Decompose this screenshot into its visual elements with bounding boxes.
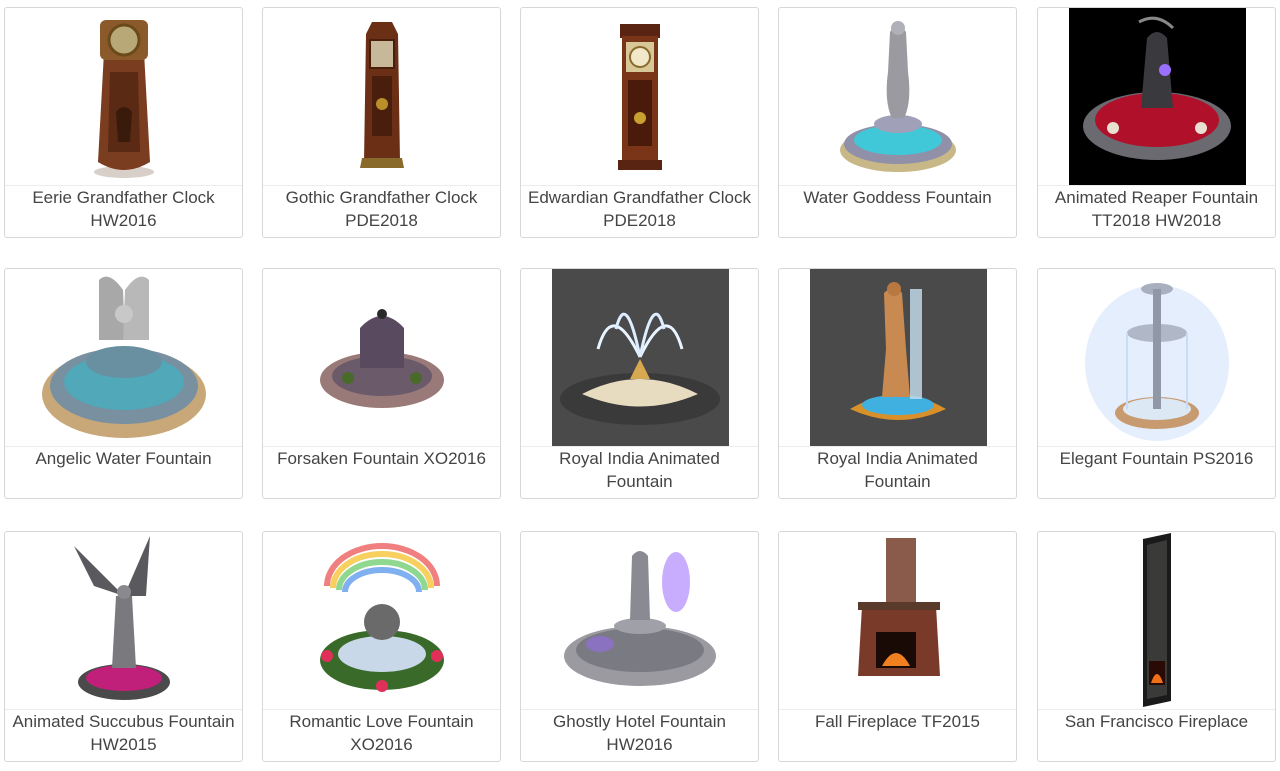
item-card-reaper-fountain[interactable]: Animated Reaper Fountain TT2018 HW2018 <box>1037 7 1276 238</box>
item-card-royal-india-lotus-fountain[interactable]: Royal India Animated Fountain <box>520 268 759 499</box>
item-card-san-francisco-fireplace[interactable]: San Francisco Fireplace <box>1037 531 1276 762</box>
item-image-san-francisco-fireplace <box>1038 532 1275 709</box>
item-image-water-goddess-fountain <box>779 8 1016 185</box>
item-image-edwardian-grandfather-clock <box>521 8 758 185</box>
item-image-romantic-love-fountain <box>263 532 500 709</box>
item-title: Gothic Grandfather Clock PDE2018 <box>285 188 478 230</box>
item-image-royal-india-lotus-fountain <box>521 269 758 446</box>
item-title: Fall Fireplace TF2015 <box>814 712 981 731</box>
item-title: Angelic Water Fountain <box>35 449 212 468</box>
item-title: Romantic Love Fountain XO2016 <box>289 712 474 754</box>
item-title: Edwardian Grandfather Clock PDE2018 <box>527 188 751 230</box>
item-card-elegant-fountain[interactable]: Elegant Fountain PS2016 <box>1037 268 1276 499</box>
item-title: Elegant Fountain PS2016 <box>1059 449 1254 468</box>
item-image-royal-india-statue-fountain <box>779 269 1016 446</box>
item-title: Eerie Grandfather Clock HW2016 <box>32 188 215 230</box>
item-image-reaper-fountain <box>1038 8 1275 185</box>
item-card-succubus-fountain[interactable]: Animated Succubus Fountain HW2015 <box>4 531 243 762</box>
item-card-angelic-fountain[interactable]: Angelic Water Fountain <box>4 268 243 499</box>
item-card-water-goddess-fountain[interactable]: Water Goddess Fountain <box>778 7 1017 238</box>
item-title: Animated Reaper Fountain TT2018 HW2018 <box>1054 188 1259 230</box>
item-image-angelic-fountain <box>5 269 242 446</box>
item-image-succubus-fountain <box>5 532 242 709</box>
item-image-elegant-fountain <box>1038 269 1275 446</box>
item-card-romantic-love-fountain[interactable]: Romantic Love Fountain XO2016 <box>262 531 501 762</box>
item-image-gothic-grandfather-clock <box>263 8 500 185</box>
item-card-royal-india-statue-fountain[interactable]: Royal India Animated Fountain <box>778 268 1017 499</box>
item-title: Animated Succubus Fountain HW2015 <box>12 712 235 754</box>
item-card-gothic-grandfather-clock[interactable]: Gothic Grandfather Clock PDE2018 <box>262 7 501 238</box>
item-card-edwardian-grandfather-clock[interactable]: Edwardian Grandfather Clock PDE2018 <box>520 7 759 238</box>
item-title: Forsaken Fountain XO2016 <box>277 449 486 468</box>
item-image-fall-fireplace <box>779 532 1016 709</box>
item-card-forsaken-fountain[interactable]: Forsaken Fountain XO2016 <box>262 268 501 499</box>
item-card-ghostly-fountain[interactable]: Ghostly Hotel Fountain HW2016 <box>520 531 759 762</box>
item-card-fall-fireplace[interactable]: Fall Fireplace TF2015 <box>778 531 1017 762</box>
item-title: Royal India Animated Fountain <box>559 449 720 491</box>
item-title: Ghostly Hotel Fountain HW2016 <box>553 712 726 754</box>
item-title: Water Goddess Fountain <box>803 188 992 207</box>
item-title: Royal India Animated Fountain <box>817 449 978 491</box>
item-card-eerie-grandfather-clock[interactable]: Eerie Grandfather Clock HW2016 <box>4 7 243 238</box>
item-image-eerie-grandfather-clock <box>5 8 242 185</box>
item-title: San Francisco Fireplace <box>1064 712 1249 731</box>
item-image-ghostly-fountain <box>521 532 758 709</box>
item-image-forsaken-fountain <box>263 269 500 446</box>
